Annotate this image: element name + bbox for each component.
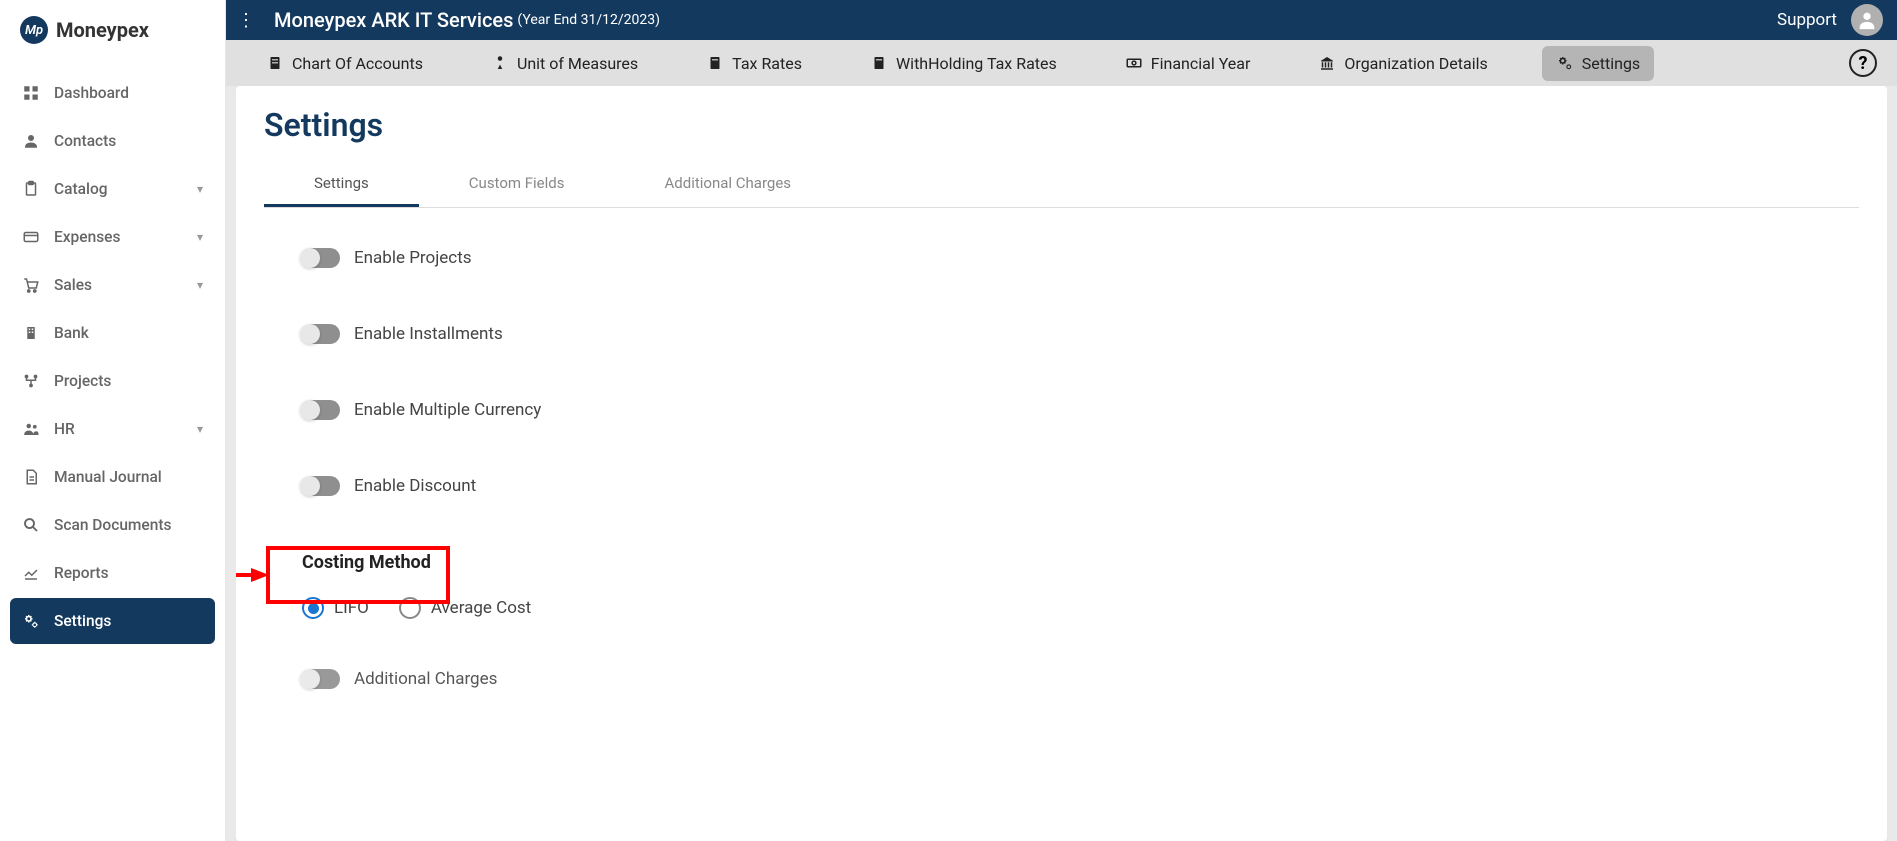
setting-enable-installments: Enable Installments (302, 324, 1859, 344)
org-title: Moneypex ARK IT Services (274, 8, 513, 32)
chevron-down-icon: ▾ (197, 230, 203, 244)
sidebar-item-label: Sales (54, 276, 92, 294)
tabs: Settings Custom Fields Additional Charge… (264, 162, 1859, 208)
sidebar-item-reports[interactable]: Reports (10, 550, 215, 596)
top-bar: ⋮ Moneypex ARK IT Services (Year End 31/… (226, 0, 1897, 40)
subnav-settings[interactable]: Settings (1542, 46, 1654, 81)
cart-icon (20, 276, 42, 294)
org-subtitle: (Year End 31/12/2023) (517, 12, 660, 28)
dashboard-icon (20, 84, 42, 102)
clipboard-icon (20, 180, 42, 198)
tab-additional-charges[interactable]: Additional Charges (615, 162, 842, 207)
ruler-icon (491, 54, 509, 72)
subnav-label: Financial Year (1151, 54, 1251, 73)
brand-badge-icon: Mp (20, 16, 48, 44)
costing-method-title: Costing Method (302, 552, 1859, 573)
sidebar-item-dashboard[interactable]: Dashboard (10, 70, 215, 116)
sidebar-item-projects[interactable]: Projects (10, 358, 215, 404)
gears-icon (1556, 54, 1574, 72)
subnav-label: WithHolding Tax Rates (896, 54, 1057, 73)
toggle-enable-installments[interactable] (302, 324, 340, 344)
people-icon (20, 420, 42, 438)
subnav-chart-of-accounts[interactable]: Chart Of Accounts (252, 46, 437, 81)
building-icon (20, 324, 42, 342)
sidebar-item-settings[interactable]: Settings (10, 598, 215, 644)
toggle-enable-projects[interactable] (302, 248, 340, 268)
chart-icon (20, 564, 42, 582)
subnav-label: Unit of Measures (517, 54, 638, 73)
toggle-label: Additional Charges (354, 669, 497, 689)
page-title: Settings (264, 106, 1859, 144)
menu-dots-icon[interactable]: ⋮ (236, 10, 256, 31)
sidebar-item-sales[interactable]: Sales ▾ (10, 262, 215, 308)
sidebar-item-label: HR (54, 420, 75, 438)
toggle-label: Enable Multiple Currency (354, 400, 541, 420)
sidebar-item-scan-documents[interactable]: Scan Documents (10, 502, 215, 548)
sidebar-item-label: Projects (54, 372, 111, 390)
sidebar-item-manual-journal[interactable]: Manual Journal (10, 454, 215, 500)
subnav-withholding-tax-rates[interactable]: WithHolding Tax Rates (856, 46, 1071, 81)
chevron-down-icon: ▾ (197, 278, 203, 292)
toggle-label: Enable Installments (354, 324, 503, 344)
gears-icon (20, 612, 42, 630)
annotation-highlight-box (266, 546, 450, 604)
doc-icon (266, 54, 284, 72)
money-icon (1125, 54, 1143, 72)
avatar[interactable] (1851, 4, 1883, 36)
sidebar-item-label: Catalog (54, 180, 108, 198)
sidebar-item-label: Contacts (54, 132, 116, 150)
sidebar-item-hr[interactable]: HR ▾ (10, 406, 215, 452)
subnav-label: Tax Rates (732, 54, 802, 73)
sub-nav: Chart Of Accounts Unit of Measures Tax R… (226, 40, 1897, 86)
sidebar-item-expenses[interactable]: Expenses ▾ (10, 214, 215, 260)
setting-enable-projects: Enable Projects (302, 248, 1859, 268)
subnav-unit-of-measures[interactable]: Unit of Measures (477, 46, 652, 81)
sidebar-item-label: Settings (54, 612, 111, 630)
setting-enable-discount: Enable Discount (302, 476, 1859, 496)
doc-icon (870, 54, 888, 72)
subnav-organization-details[interactable]: Organization Details (1304, 46, 1501, 81)
subnav-label: Settings (1582, 54, 1640, 73)
content-area: Settings Settings Custom Fields Addition… (236, 86, 1887, 841)
subnav-tax-rates[interactable]: Tax Rates (692, 46, 816, 81)
card-icon (20, 228, 42, 246)
setting-enable-multiple-currency: Enable Multiple Currency (302, 400, 1859, 420)
org-icon (1318, 54, 1336, 72)
tab-custom-fields[interactable]: Custom Fields (419, 162, 615, 207)
sidebar-item-contacts[interactable]: Contacts (10, 118, 215, 164)
user-icon (20, 132, 42, 150)
doc-icon (706, 54, 724, 72)
sidebar-item-label: Bank (54, 324, 89, 342)
support-link[interactable]: Support (1777, 10, 1837, 30)
sidebar-item-label: Reports (54, 564, 109, 582)
sidebar-item-label: Manual Journal (54, 468, 162, 486)
toggle-enable-multiple-currency[interactable] (302, 400, 340, 420)
search-icon (20, 516, 42, 534)
subnav-label: Organization Details (1344, 54, 1487, 73)
chevron-down-icon: ▾ (197, 422, 203, 436)
brand-logo[interactable]: Mp Moneypex (0, 10, 225, 50)
toggle-additional-charges[interactable] (302, 669, 340, 689)
sidebar-item-label: Scan Documents (54, 516, 172, 534)
chevron-down-icon: ▾ (197, 182, 203, 196)
sidebar-item-label: Expenses (54, 228, 120, 246)
help-icon[interactable]: ? (1849, 49, 1877, 77)
doc-icon (20, 468, 42, 486)
sidebar-item-bank[interactable]: Bank (10, 310, 215, 356)
costing-method-radios: LIFO Average Cost (302, 597, 1859, 619)
sidebar-item-label: Dashboard (54, 84, 129, 102)
brand-name: Moneypex (56, 18, 149, 42)
sidebar-item-catalog[interactable]: Catalog ▾ (10, 166, 215, 212)
annotation-arrow-icon (236, 560, 271, 590)
tab-settings[interactable]: Settings (264, 162, 419, 207)
toggle-label: Enable Discount (354, 476, 476, 496)
toggle-label: Enable Projects (354, 248, 472, 268)
toggle-enable-discount[interactable] (302, 476, 340, 496)
subnav-label: Chart Of Accounts (292, 54, 423, 73)
branch-icon (20, 372, 42, 390)
sidebar: Mp Moneypex Dashboard Contacts Cata (0, 0, 226, 841)
subnav-financial-year[interactable]: Financial Year (1111, 46, 1265, 81)
setting-additional-charges: Additional Charges (302, 669, 1859, 689)
